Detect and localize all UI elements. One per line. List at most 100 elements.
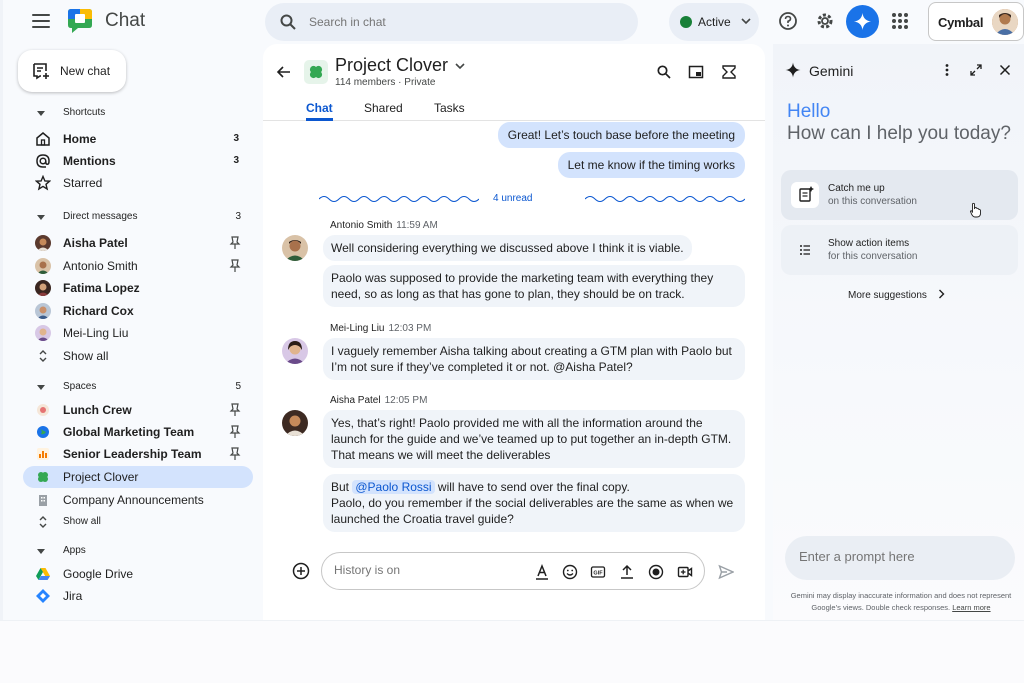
sidebar-item-label: Global Marketing Team [63,425,195,439]
video-meeting-icon[interactable] [677,564,693,580]
pin-icon[interactable] [229,425,241,439]
sidebar-item-company-announcements[interactable]: Company Announcements [23,489,253,511]
message-composer[interactable]: GIF [321,552,705,590]
message-time: 11:59 AM [396,220,438,231]
sidebar-item-aisha-patel[interactable]: Aisha Patel [23,232,253,254]
direct-messages-section-header[interactable]: Direct messages 3 [33,210,249,226]
tab-shared[interactable]: Shared [364,101,403,121]
gemini-disclaimer: Gemini may display inaccurate informatio… [777,590,1024,614]
sidebar-item-label: Antonio Smith [63,259,138,273]
user-avatar[interactable] [992,9,1018,35]
status-selector[interactable]: Active [669,3,759,41]
dm-show-all[interactable]: Show all [23,345,253,367]
sidebar-item-senior-leadership-team[interactable]: Senior Leadership Team [23,443,253,465]
main-menu-button[interactable] [30,10,52,32]
shortcuts-section-header[interactable]: Shortcuts [33,106,249,122]
sidebar-item-home[interactable]: Home 3 [23,128,253,150]
message-time: 12:05 PM [384,395,428,406]
conversation-panel: Project Clover 114 members · Private Cha… [263,44,765,620]
search-input[interactable] [309,12,609,32]
sidebar-item-project-clover[interactable]: Project Clover [23,466,253,488]
sidebar-item-label: Senior Leadership Team [63,447,202,461]
sidebar-item-richard-cox[interactable]: Richard Cox [23,300,253,322]
upload-icon[interactable] [619,564,635,580]
sidebar-item-jira[interactable]: Jira [23,585,253,607]
space-title[interactable]: Project Clover [335,55,448,76]
tab-tasks[interactable]: Tasks [434,101,465,121]
sidebar-item-lunch-crew[interactable]: Lunch Crew [23,399,253,421]
more-options-icon[interactable] [944,63,950,77]
gemini-sparkle-icon [785,62,801,78]
text-format-icon[interactable] [534,564,550,580]
my-message-bubble[interactable]: Great! Let’s touch base before the meeti… [497,122,745,148]
gemini-prompt-box[interactable] [785,536,1015,580]
settings-gear-icon[interactable] [815,11,835,31]
message-bubble[interactable]: Yes, that’s right! Paolo provided me wit… [323,410,745,468]
sidebar-item-mei-ling-liu[interactable]: Mei-Ling Liu [23,322,253,344]
account-switcher[interactable]: Cymbal [928,2,1024,41]
avatar[interactable] [282,410,308,436]
picture-in-picture-icon[interactable] [688,64,704,80]
catch-me-up-suggestion[interactable]: Catch me up on this conversation [781,170,1018,220]
user-mention-chip[interactable]: @Paolo Rossi [352,480,435,494]
spaces-show-all[interactable]: Show all [23,511,253,533]
google-apps-icon[interactable] [892,13,908,29]
message-bubble[interactable]: Paolo was supposed to provide the market… [323,265,745,307]
sidebar-item-label: Aisha Patel [63,236,128,250]
search-bar[interactable] [265,3,638,41]
top-bar: Chat Active Cymbal [3,0,1024,44]
pin-icon[interactable] [229,236,241,250]
expand-panel-icon[interactable] [970,64,982,76]
search-icon [280,14,296,30]
sidebar-item-label: Jira [63,589,83,603]
help-icon[interactable] [778,11,798,31]
show-action-items-suggestion[interactable]: Show action items for this conversation [781,225,1018,275]
pin-icon[interactable] [229,259,241,273]
add-plus-icon[interactable] [292,562,310,580]
wave-divider-left [319,196,479,202]
building-emoji-icon [39,495,47,506]
send-icon[interactable] [718,564,734,580]
close-icon[interactable] [999,64,1011,76]
clover-icon [309,65,323,79]
chevron-down-icon[interactable] [454,60,466,72]
message-input[interactable] [334,563,514,577]
gemini-toggle-button[interactable] [846,5,879,38]
message-bubble[interactable]: Well considering everything we discussed… [323,235,692,261]
summary-icon [791,182,819,208]
hand-cursor-icon [970,202,981,218]
gemini-prompt-input[interactable] [799,549,999,564]
sidebar-item-mentions[interactable]: Mentions 3 [23,150,253,172]
avatar[interactable] [282,338,308,364]
learn-more-link[interactable]: Learn more [952,603,990,612]
new-chat-button[interactable]: New chat [18,50,126,92]
sidebar-item-antonio-smith[interactable]: Antonio Smith [23,255,253,277]
avatar[interactable] [282,235,308,261]
message-bubble-with-mention[interactable]: But @Paolo Rossi will have to send over … [323,474,745,532]
message-time: 12:03 PM [388,323,432,334]
caret-down-icon [37,385,45,390]
pin-icon[interactable] [229,447,241,461]
sidebar-item-google-drive[interactable]: Google Drive [23,563,253,585]
pin-icon[interactable] [229,403,241,417]
tab-chat[interactable]: Chat [306,101,333,121]
chevron-down-icon [741,18,751,25]
search-icon[interactable] [656,64,672,80]
gemini-title: Gemini [809,63,854,79]
gemini-greeting: Hello [787,101,831,122]
more-suggestions-link[interactable]: More suggestions [848,289,945,301]
message-bubble[interactable]: I vaguely remember Aisha talking about c… [323,338,745,380]
unread-count: 3 [233,133,239,144]
gemini-help-prompt: How can I help you today? [787,123,1011,144]
thread-list-icon[interactable] [721,64,737,80]
sidebar-item-fatima-lopez[interactable]: Fatima Lopez [23,277,253,299]
back-arrow-icon[interactable] [276,64,292,80]
gif-icon[interactable]: GIF [590,564,606,580]
spaces-section-header[interactable]: Spaces 5 [33,380,249,396]
record-icon[interactable] [648,564,664,580]
emoji-icon[interactable] [562,564,578,580]
apps-section-header[interactable]: Apps [33,544,249,560]
sidebar-item-starred[interactable]: Starred [23,172,253,194]
my-message-bubble[interactable]: Let me know if the timing works [557,152,745,178]
sidebar-item-global-marketing-team[interactable]: Global Marketing Team [23,421,253,443]
